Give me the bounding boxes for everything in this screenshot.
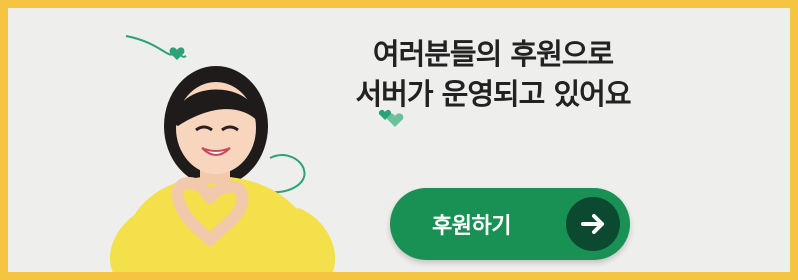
donate-button[interactable]: 후원하기 — [390, 188, 630, 260]
headline-line-1: 여러분들의 후원으로 — [372, 37, 614, 71]
person-illustration — [109, 66, 336, 272]
arrow-right-icon — [566, 197, 620, 251]
headline: 여러분들의 후원으로 서버가 운영되고 있어요 — [328, 34, 658, 114]
donate-button-label: 후원하기 — [432, 214, 511, 239]
headline-line-2: 서버가 운영되고 있어요 — [355, 77, 632, 111]
donation-banner[interactable]: 여러분들의 후원으로 서버가 운영되고 있어요 후원하기 — [0, 0, 798, 280]
